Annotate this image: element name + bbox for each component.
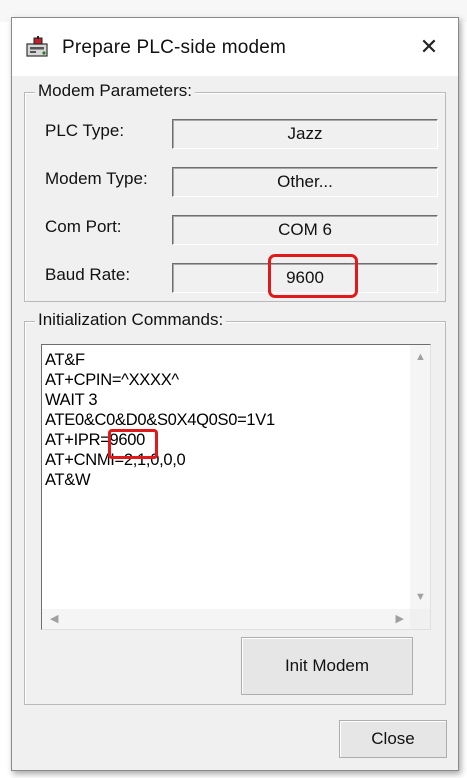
plc-type-label: PLC Type:: [45, 121, 125, 140]
command-line: ATE0&C0&D0&S0X4Q0S0=1V1: [45, 411, 275, 429]
baud-rate-field: 9600: [172, 263, 438, 293]
plc-type-field: Jazz: [172, 119, 438, 149]
init-commands-textarea[interactable]: AT&F AT+CPIN=^XXXX^ WAIT 3 ATE0&C0&D0&S0…: [41, 344, 431, 630]
scroll-corner: [410, 609, 430, 629]
scroll-left-icon[interactable]: ◀: [50, 612, 58, 625]
vertical-scrollbar[interactable]: ▲ ▼: [410, 345, 430, 609]
modem-type-field: Other...: [172, 167, 438, 197]
command-line: WAIT 3: [45, 391, 98, 409]
scroll-up-icon[interactable]: ▲: [415, 351, 426, 363]
command-line: AT+CPIN=^XXXX^: [45, 371, 179, 389]
com-port-label: Com Port:: [45, 217, 122, 236]
close-icon[interactable]: ✕: [412, 30, 446, 64]
prepare-modem-dialog: Prepare PLC-side modem ✕ Modem Parameter…: [11, 17, 459, 771]
command-line: AT+IPR=9600: [45, 431, 146, 449]
command-line: AT&W: [45, 471, 91, 489]
modem-parameters-legend: Modem Parameters:: [35, 81, 195, 101]
title-bar: Prepare PLC-side modem ✕: [12, 18, 458, 76]
scroll-right-icon[interactable]: ▶: [396, 612, 404, 625]
modem-app-icon: [26, 36, 50, 58]
init-modem-button[interactable]: Init Modem: [241, 637, 413, 695]
dialog-title: Prepare PLC-side modem: [62, 37, 287, 58]
com-port-field: COM 6: [172, 215, 438, 245]
scroll-down-icon[interactable]: ▼: [415, 591, 426, 603]
command-lines: AT&F AT+CPIN=^XXXX^ WAIT 3 ATE0&C0&D0&S0…: [45, 350, 275, 490]
command-line: AT+CNMI=2,1,0,0,0: [45, 451, 186, 469]
init-commands-group: Initialization Commands: AT&F AT+CPIN=^X…: [24, 310, 446, 705]
modem-parameters-group: Modem Parameters: PLC Type: Jazz Modem T…: [24, 81, 446, 302]
command-line: AT&F: [45, 351, 85, 369]
modem-type-label: Modem Type:: [45, 169, 148, 188]
horizontal-scrollbar[interactable]: ◀ ▶: [42, 609, 410, 629]
baud-rate-label: Baud Rate:: [45, 265, 131, 284]
init-commands-legend: Initialization Commands:: [35, 310, 227, 330]
close-button[interactable]: Close: [339, 720, 447, 758]
